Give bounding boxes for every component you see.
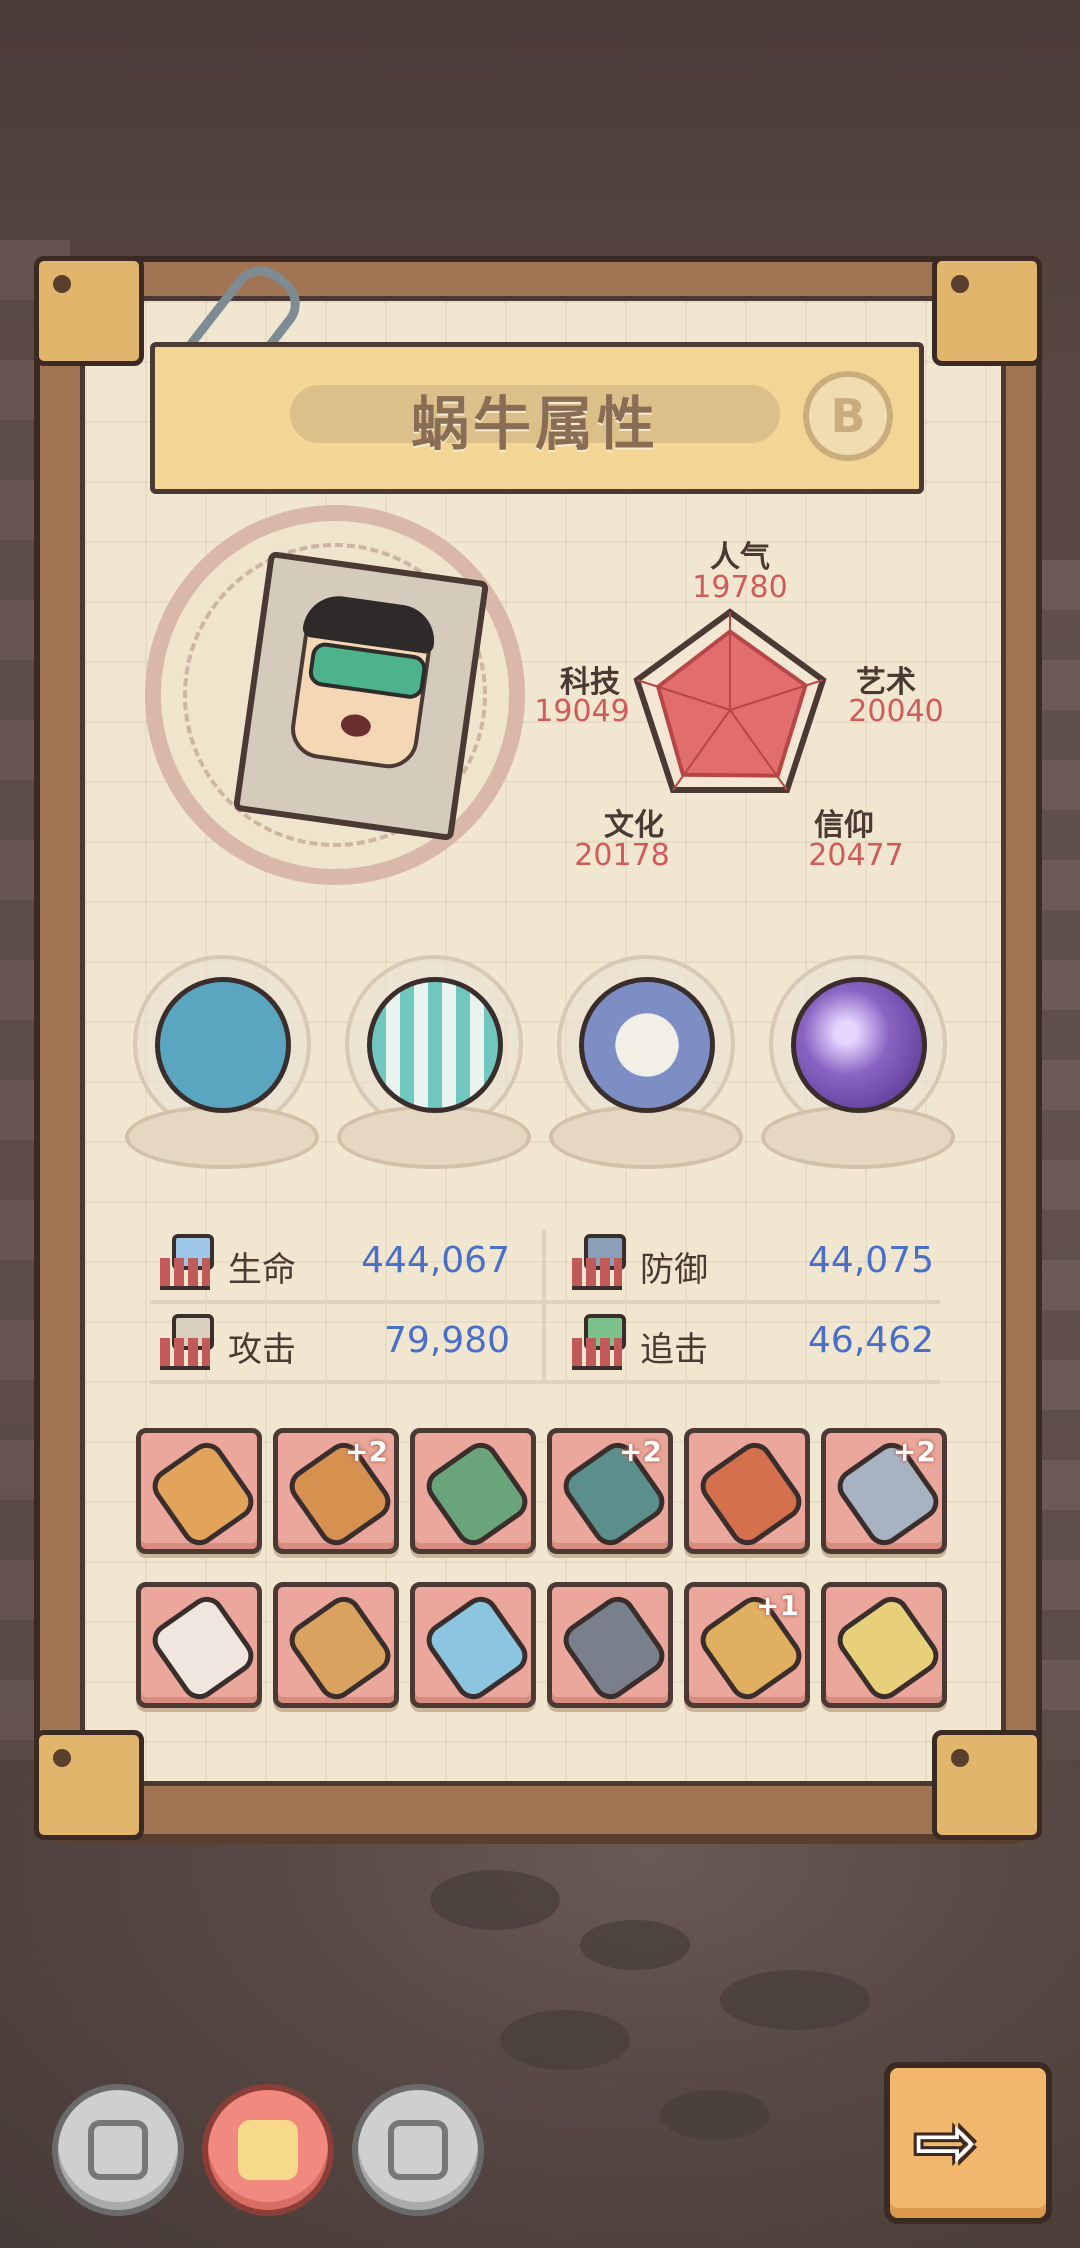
equipment-globe-artifact[interactable] <box>125 955 319 1169</box>
next-button[interactable]: ⇨ <box>884 2062 1052 2224</box>
panel-corner <box>34 1730 144 1840</box>
bullet-icon <box>693 1435 809 1553</box>
globe-base <box>761 1105 955 1169</box>
gear-slot-bola[interactable]: +2 <box>273 1428 399 1554</box>
gear-slot-ring[interactable] <box>273 1582 399 1708</box>
gear-slot-gauntlet[interactable] <box>547 1582 673 1708</box>
stats-column-divider <box>542 1230 546 1380</box>
chip-icon <box>238 2120 298 2180</box>
combat-stat-label: 防御 <box>640 1250 708 1290</box>
stat-value-tech: 19049 <box>534 694 630 729</box>
gear-plus-badge: +2 <box>345 1435 388 1468</box>
stepping-stone <box>720 1970 870 2030</box>
armor-icon <box>145 1589 261 1707</box>
tab-brain[interactable] <box>352 2084 484 2216</box>
stepping-stone <box>580 1920 690 1970</box>
stat-value-faith: 20477 <box>808 838 904 873</box>
tab-face[interactable] <box>52 2084 184 2216</box>
gear-slot-trident[interactable]: +2 <box>547 1428 673 1554</box>
torch-icon <box>145 1435 261 1553</box>
panel-title: 蜗牛属性 <box>410 390 659 458</box>
defense-icon <box>570 1234 626 1290</box>
pursuit-icon <box>570 1314 626 1370</box>
combat-stat-value: 46,462 <box>808 1320 934 1361</box>
arrow-right-icon: ⇨ <box>914 2097 978 2186</box>
title-banner: 蜗牛属性 B <box>150 342 924 494</box>
stat-value-art: 20040 <box>848 694 944 729</box>
combat-stat-label: 攻击 <box>228 1330 296 1370</box>
gear-plus-badge: +2 <box>619 1435 662 1468</box>
combat-stat-label: 追击 <box>640 1330 708 1370</box>
tab-chip[interactable] <box>202 2084 334 2216</box>
panel-corner <box>932 256 1042 366</box>
mouth <box>339 712 373 739</box>
ring-icon <box>282 1589 398 1707</box>
gear-slot-torch[interactable] <box>136 1428 262 1554</box>
equipment-globe-compass[interactable] <box>549 955 743 1169</box>
gauntlet-icon <box>556 1589 672 1707</box>
attribute-radar-chart <box>633 608 827 793</box>
gear-slot-hammer[interactable] <box>410 1428 536 1554</box>
grade-badge[interactable]: B <box>803 371 893 461</box>
gear-plus-badge: +1 <box>756 1589 799 1622</box>
combat-stat-value: 79,980 <box>384 1320 510 1361</box>
gear-slot-armor[interactable] <box>136 1582 262 1708</box>
globe-base <box>549 1105 743 1169</box>
equipment-globe-shirt[interactable] <box>337 955 531 1169</box>
gear-slot-bullet[interactable] <box>684 1428 810 1554</box>
attack-icon <box>158 1314 214 1370</box>
stepping-stone <box>660 2090 770 2140</box>
stepping-stone <box>430 1870 560 1930</box>
gear-slot-axe[interactable] <box>821 1582 947 1708</box>
health-icon <box>158 1234 214 1290</box>
axe-icon <box>830 1589 946 1707</box>
panel-corner <box>34 256 144 366</box>
stat-value-culture: 20178 <box>574 838 670 873</box>
brain-icon <box>388 2120 448 2180</box>
galaxy-orb-icon <box>791 977 927 1113</box>
gear-slot-dagger[interactable]: +2 <box>821 1428 947 1554</box>
combat-stat-value: 444,067 <box>361 1240 510 1281</box>
combat-stat-label: 生命 <box>228 1250 296 1290</box>
stats-divider <box>150 1380 940 1384</box>
monster-artifact-icon <box>155 977 291 1113</box>
face-icon <box>88 2120 148 2180</box>
globe-base <box>125 1105 319 1169</box>
scientist-portrait[interactable] <box>232 550 490 842</box>
combat-stat-value: 44,075 <box>808 1240 934 1281</box>
sword-icon <box>419 1589 535 1707</box>
scientist-face-icon <box>287 591 439 773</box>
equipment-globe-orb[interactable] <box>761 955 955 1169</box>
gear-plus-badge: +2 <box>893 1435 936 1468</box>
stepping-stone <box>500 2010 630 2070</box>
stat-value-popularity: 19780 <box>692 570 788 605</box>
panel-corner <box>932 1730 1042 1840</box>
plaid-shirt-icon <box>367 977 503 1113</box>
gear-slot-robot[interactable]: +1 <box>684 1582 810 1708</box>
combat-stats: 生命 444,067 防御 44,075 攻击 79,980 追击 46,462 <box>150 1230 940 1390</box>
globe-base <box>337 1105 531 1169</box>
compass-icon <box>579 977 715 1113</box>
hammer-icon <box>419 1435 535 1553</box>
gear-slot-sword[interactable] <box>410 1582 536 1708</box>
